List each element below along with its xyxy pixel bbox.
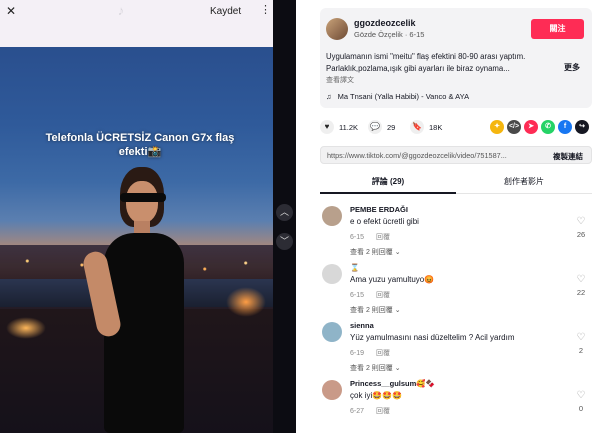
embed-icon[interactable]: </> bbox=[507, 120, 521, 134]
video-url[interactable]: https://www.tiktok.com/@ggozdeozcelik/vi… bbox=[327, 151, 517, 160]
heart-outline-icon: ♡ bbox=[576, 390, 586, 401]
follow-button[interactable]: 關注 bbox=[531, 19, 584, 39]
commenter-avatar[interactable] bbox=[322, 322, 342, 342]
comment-meta: 6-27 回覆 bbox=[350, 406, 390, 416]
more-link[interactable]: 更多 bbox=[564, 62, 580, 73]
active-tab-indicator bbox=[320, 192, 456, 194]
close-icon[interactable]: ✕ bbox=[4, 4, 18, 18]
comment-meta: 6-15 回覆 bbox=[350, 232, 390, 242]
commenter-avatar[interactable] bbox=[322, 206, 342, 226]
save-button[interactable]: Kaydet bbox=[202, 4, 249, 19]
copy-link-button[interactable]: 複製連結 bbox=[553, 151, 583, 162]
heart-outline-icon: ♡ bbox=[576, 274, 586, 285]
tab-comments[interactable]: 評論 (29) bbox=[320, 176, 456, 187]
music-title: Ma Tnsani (Yalla Habibi) - Vanco & AYA bbox=[337, 92, 470, 101]
comment-like[interactable]: ♡ 0 bbox=[574, 390, 588, 413]
video-person bbox=[81, 167, 200, 433]
commenter-name[interactable]: PEMBE ERDAĞI bbox=[350, 205, 408, 214]
link-row: https://www.tiktok.com/@ggozdeozcelik/vi… bbox=[320, 146, 592, 164]
bookmark-button[interactable]: 🔖 18K bbox=[410, 118, 442, 136]
author-username[interactable]: ggozdeozcelik bbox=[354, 18, 416, 28]
video-player[interactable]: Telefonla ÜCRETSİZ Canon G7x flaş efekti… bbox=[0, 47, 273, 433]
comment-like-count: 0 bbox=[578, 404, 584, 413]
comment-item: ⌛ Ama yuzu yamultuyo😡 6-15 回覆查看 2 則回覆 ⌄ ♡ 22 bbox=[320, 258, 592, 318]
comment-date: 6-15 bbox=[350, 234, 365, 241]
view-replies-link[interactable]: 查看 2 則回覆 ⌄ bbox=[350, 247, 401, 257]
commenter-name[interactable]: sienna bbox=[350, 321, 374, 330]
comment-text: çok iyi🤩🤩🤩 bbox=[350, 391, 403, 400]
heart-outline-icon: ♡ bbox=[576, 216, 586, 227]
action-bar: ♥ 11.2K 💬 29 🔖 18K ✦ </> ➤ ✆ f ↪ bbox=[320, 118, 592, 138]
tab-creator-videos[interactable]: 創作者影片 bbox=[456, 176, 592, 187]
reply-button[interactable]: 回覆 bbox=[376, 350, 390, 357]
comment-text: Yüz yamulmasını nasi düzeltelim ? Acil y… bbox=[350, 333, 515, 342]
comment-meta: 6-19 回覆 bbox=[350, 348, 390, 358]
view-replies-link[interactable]: 查看 2 則回覆 ⌄ bbox=[350, 363, 401, 373]
comment-date: 6-15 bbox=[350, 292, 365, 299]
video-panel: ✕ ♪ Kaydet ⋮ Telefonla ÜCRETSİZ Canon G7… bbox=[0, 0, 296, 433]
author-card: ggozdeozcelik Gözde Özçelik · 6-15 關注 Uy… bbox=[320, 8, 592, 108]
reply-button[interactable]: 回覆 bbox=[376, 292, 390, 299]
send-icon[interactable]: ➤ bbox=[524, 120, 538, 134]
bookmark-icon: 🔖 bbox=[410, 120, 424, 134]
video-header: ✕ ♪ Kaydet ⋮ bbox=[0, 0, 273, 47]
video-caption: Telefonla ÜCRETSİZ Canon G7x flaş efekti… bbox=[45, 132, 235, 158]
translate-link[interactable]: 查看譯文 bbox=[326, 75, 354, 85]
comment-button[interactable]: 💬 29 bbox=[368, 118, 395, 136]
comment-like-count: 26 bbox=[576, 230, 586, 239]
details-panel: ggozdeozcelik Gözde Özçelik · 6-15 關注 Uy… bbox=[306, 0, 600, 433]
like-count: 11.2K bbox=[339, 122, 359, 132]
comment-item: Princess__gulsum🥰🍫 çok iyi🤩🤩🤩 6-27 回覆 ♡ 0 bbox=[320, 374, 592, 434]
tabs: 評論 (29) 創作者影片 bbox=[320, 172, 592, 194]
more-options-icon[interactable]: ⋮ bbox=[260, 3, 271, 16]
save-count: 18K bbox=[429, 122, 443, 132]
facebook-icon[interactable]: f bbox=[558, 120, 572, 134]
commenter-avatar[interactable] bbox=[322, 264, 342, 284]
comment-text: Ama yuzu yamultuyo😡 bbox=[350, 275, 435, 284]
whatsapp-icon[interactable]: ✆ bbox=[541, 120, 555, 134]
comment-meta: 6-15 回覆 bbox=[350, 290, 390, 300]
author-avatar[interactable] bbox=[326, 18, 348, 40]
comment-like[interactable]: ♡ 22 bbox=[574, 274, 588, 297]
comment-date: 6-19 bbox=[350, 350, 365, 357]
comment-text: e o efekt ücretli gibi bbox=[350, 217, 419, 226]
comment-like[interactable]: ♡ 26 bbox=[574, 216, 588, 239]
comment-item: sienna Yüz yamulmasını nasi düzeltelim ? … bbox=[320, 316, 592, 376]
comment-item: PEMBE ERDAĞI e o efekt ücretli gibi 6-15 回覆… bbox=[320, 200, 592, 260]
heart-icon: ♥ bbox=[320, 120, 334, 134]
tiktok-logo-icon: ♪ bbox=[117, 3, 125, 18]
comment-icon: 💬 bbox=[368, 120, 382, 134]
music-note-icon: ♫ bbox=[326, 92, 332, 101]
previous-video-button[interactable]: ︿ bbox=[276, 204, 293, 221]
comment-like[interactable]: ♡ 2 bbox=[574, 332, 588, 355]
music-info[interactable]: ♫ Ma Tnsani (Yalla Habibi) - Vanco & AYA bbox=[326, 92, 469, 101]
comment-count: 29 bbox=[387, 122, 396, 132]
share-arrow-icon[interactable]: ↪ bbox=[575, 120, 589, 134]
commenter-avatar[interactable] bbox=[322, 380, 342, 400]
reply-button[interactable]: 回覆 bbox=[376, 234, 390, 241]
view-replies-link[interactable]: 查看 2 則回覆 ⌄ bbox=[350, 305, 401, 315]
lamp-light bbox=[226, 287, 266, 317]
video-description: Uygulamanın ismi "meitu" flaş efektini 8… bbox=[326, 52, 526, 73]
reply-button[interactable]: 回覆 bbox=[376, 408, 390, 415]
comment-date: 6-27 bbox=[350, 408, 365, 415]
author-subtitle: Gözde Özçelik · 6-15 bbox=[354, 30, 425, 39]
lamp-light bbox=[6, 317, 46, 339]
comment-like-count: 22 bbox=[576, 288, 586, 297]
comments-list: PEMBE ERDAĞI e o efekt ücretli gibi 6-15 回覆… bbox=[320, 200, 592, 433]
coin-share-icon[interactable]: ✦ bbox=[490, 120, 504, 134]
like-button[interactable]: ♥ 11.2K bbox=[320, 118, 358, 136]
commenter-name[interactable]: ⌛ bbox=[350, 263, 359, 272]
next-video-button[interactable]: ﹀ bbox=[276, 233, 293, 250]
heart-outline-icon: ♡ bbox=[576, 332, 586, 343]
comment-like-count: 2 bbox=[578, 346, 584, 355]
commenter-name[interactable]: Princess__gulsum🥰🍫 bbox=[350, 379, 435, 388]
